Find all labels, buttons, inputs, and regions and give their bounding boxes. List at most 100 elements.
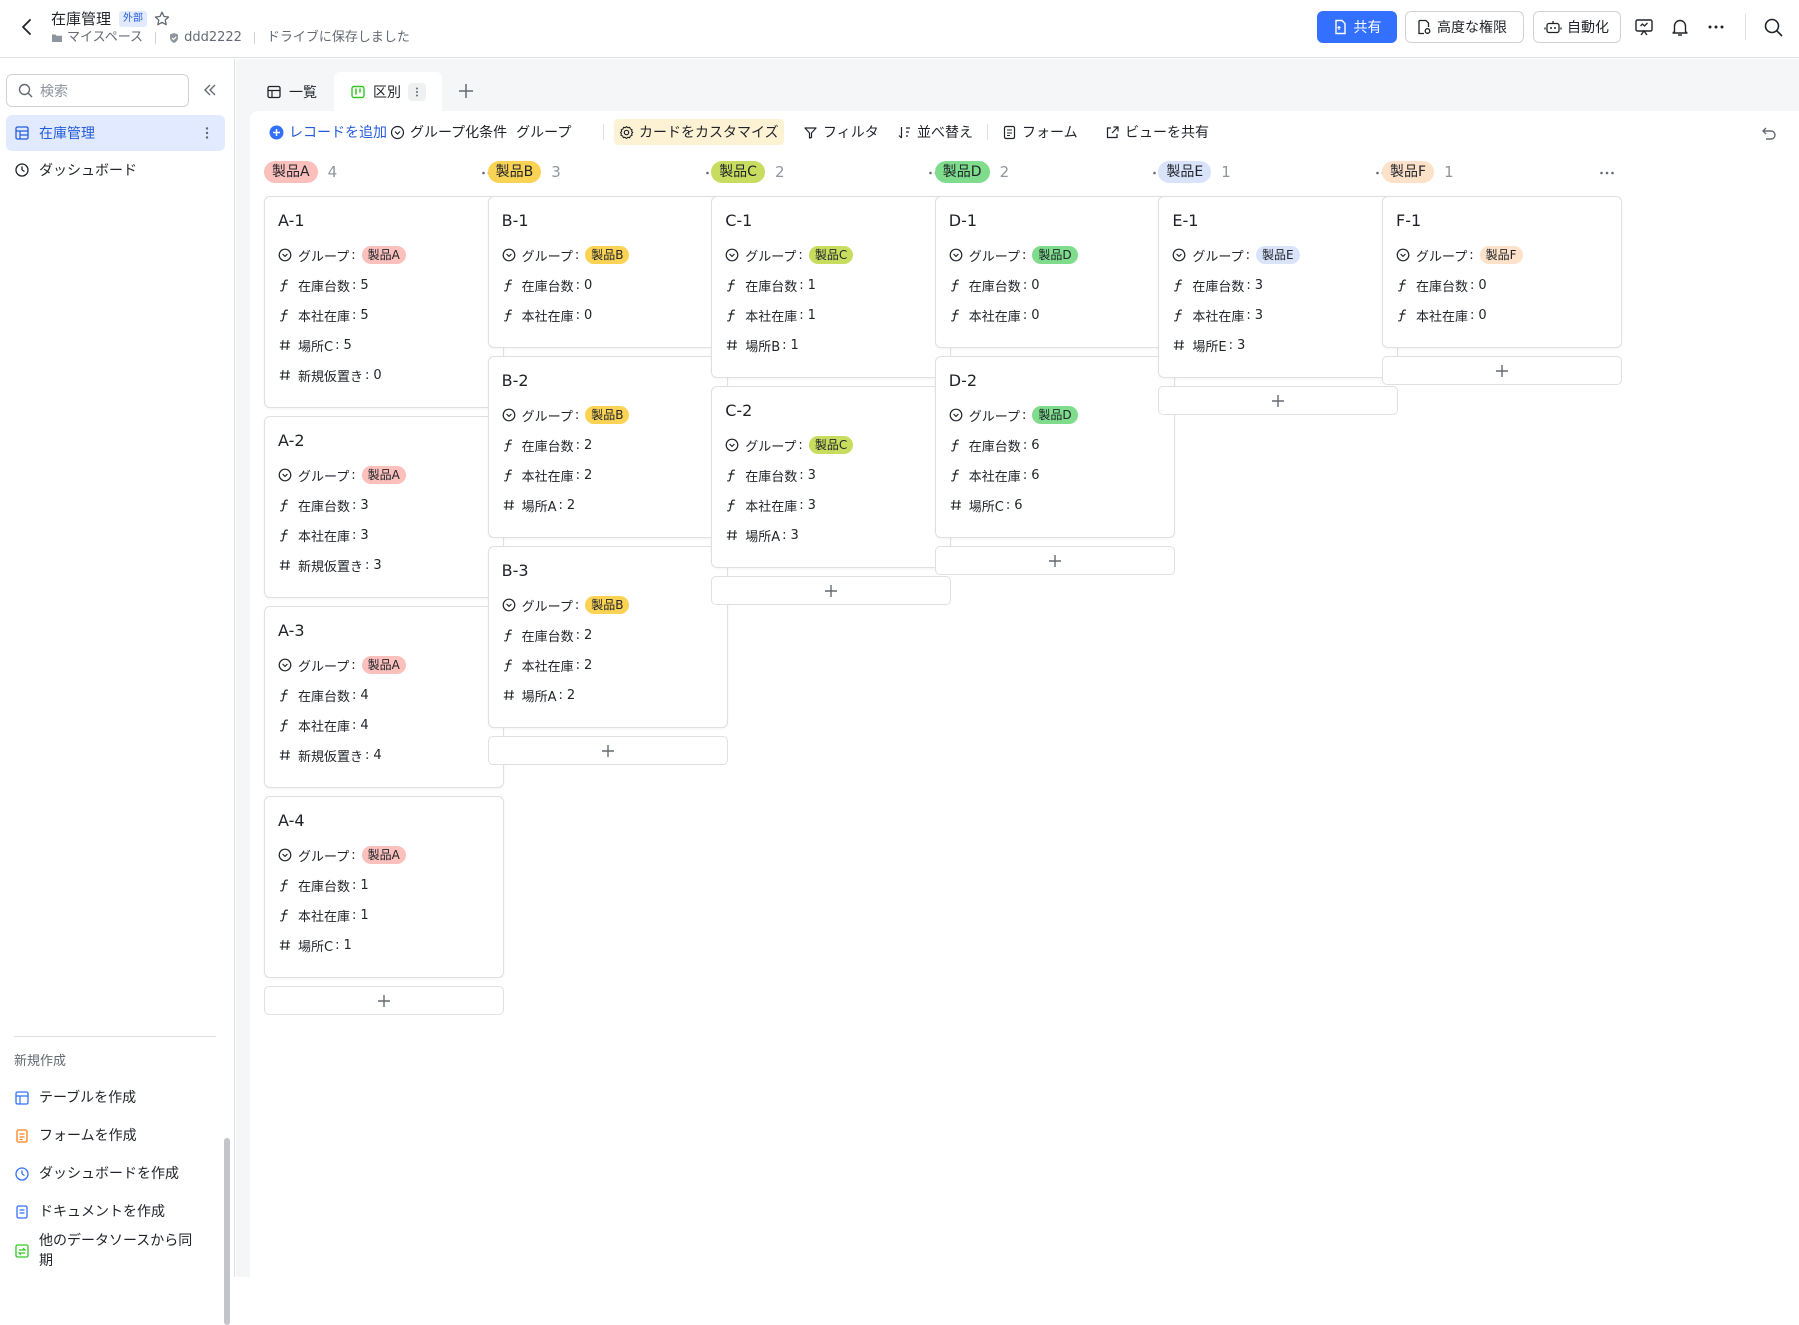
- add-card-button[interactable]: [1158, 386, 1399, 415]
- add-card-button[interactable]: [711, 576, 952, 605]
- single-select-icon: [278, 248, 292, 262]
- tab-list-view[interactable]: 一覧: [250, 72, 333, 111]
- more-icon[interactable]: [1705, 16, 1727, 38]
- add-card-button[interactable]: [1382, 356, 1622, 385]
- record-card[interactable]: B-3 グループ: 製品B 在庫台数:2 本社在庫:2 場所A:2: [487, 546, 728, 728]
- record-card[interactable]: A-4 グループ: 製品A 在庫台数:1 本社在庫:1 場所C:1: [264, 796, 504, 978]
- sync-datasource-item[interactable]: 他のデータソースから同期: [14, 1231, 194, 1271]
- automation-button[interactable]: 自動化: [1533, 11, 1621, 43]
- field-colon: :: [1245, 247, 1251, 263]
- add-card-button[interactable]: [934, 546, 1175, 575]
- field-label: 本社在庫: [521, 309, 574, 325]
- search-icon[interactable]: [1762, 16, 1784, 38]
- field-value: 4: [373, 747, 382, 763]
- field-value: 2: [584, 627, 593, 643]
- field-value: 1: [343, 937, 352, 953]
- formula-icon: [950, 279, 959, 292]
- sort-button[interactable]: 並べ替え: [892, 119, 978, 145]
- record-card[interactable]: A-1 グループ: 製品A 在庫台数:5 本社在庫:5 場所C:5 新規仮置き:0: [264, 196, 504, 408]
- plus-icon: [1048, 554, 1061, 567]
- field-colon: :: [575, 627, 580, 643]
- advanced-permissions-button[interactable]: 高度な権限: [1405, 11, 1524, 43]
- form-button[interactable]: フォーム: [997, 119, 1083, 145]
- field-label: グループ: [745, 439, 797, 455]
- vertical-more-icon[interactable]: [199, 125, 215, 141]
- customize-card-button[interactable]: カードをカスタマイズ: [614, 119, 784, 145]
- record-card[interactable]: E-1 グループ: 製品E 在庫台数:3 本社在庫:3 場所E:3: [1158, 196, 1399, 378]
- tab-kanban-view[interactable]: 区別: [334, 72, 442, 111]
- formula-icon: [280, 279, 289, 292]
- formula-icon: [280, 499, 289, 512]
- field-value: 3: [360, 497, 369, 513]
- breadcrumb-space[interactable]: マイスペース: [67, 30, 143, 46]
- add-view-icon[interactable]: [455, 80, 477, 102]
- bell-icon[interactable]: [1669, 16, 1691, 38]
- field-colon: :: [365, 367, 370, 383]
- create-table-item[interactable]: テーブルを作成: [14, 1088, 204, 1108]
- advanced-permissions-label: 高度な権限: [1437, 20, 1507, 36]
- field-colon: :: [1470, 277, 1475, 293]
- group-pill: 製品B: [487, 161, 542, 183]
- column-header: 製品B 3: [487, 158, 728, 186]
- add-record-button[interactable]: レコードを追加: [264, 119, 392, 145]
- record-card[interactable]: B-2 グループ: 製品B 在庫台数:2 本社在庫:2 場所A:2: [487, 356, 728, 538]
- field-value: 1: [807, 277, 816, 293]
- column-more-icon[interactable]: [1598, 164, 1616, 182]
- collapse-sidebar-icon[interactable]: [201, 81, 219, 99]
- field-value: 0: [1478, 277, 1487, 293]
- kanban-column: 製品D 2 D-1 グループ: 製品D 在庫台数:0 本社在庫:0 D-2 グループ: 製品D 在庫…: [934, 158, 1175, 575]
- field-colon: :: [1022, 247, 1027, 263]
- presentation-icon[interactable]: [1633, 16, 1655, 38]
- kanban-column: 製品F 1 F-1 グループ: 製品F 在庫台数:0 本社在庫:0: [1382, 158, 1622, 385]
- sidebar-scrollbar[interactable]: [224, 1138, 230, 1325]
- record-card[interactable]: C-2 グループ: 製品C 在庫台数:3 本社在庫:3 場所A:3: [711, 386, 952, 568]
- group-field: グループ: 製品B: [502, 595, 630, 615]
- group-tag: 製品B: [585, 596, 630, 614]
- record-card[interactable]: F-1 グループ: 製品F 在庫台数:0 本社在庫:0: [1382, 196, 1622, 348]
- field-label: グループ: [298, 469, 350, 485]
- undo-icon[interactable]: [1758, 123, 1778, 143]
- sidebar-item-dashboard[interactable]: ダッシュボード: [6, 152, 225, 188]
- record-card[interactable]: C-1 グループ: 製品C 在庫台数:1 本社在庫:1 場所B:1: [711, 196, 952, 378]
- sidebar-item-label: ダッシュボード: [39, 163, 137, 179]
- formula-icon: [1174, 279, 1183, 292]
- single-select-icon: [278, 468, 292, 482]
- base-title[interactable]: 在庫管理: [51, 9, 111, 29]
- field-label: 在庫台数: [521, 279, 574, 295]
- formula-icon: [503, 309, 512, 322]
- sidebar-item-inventory[interactable]: 在庫管理: [6, 115, 225, 151]
- record-card[interactable]: A-2 グループ: 製品A 在庫台数:3 本社在庫:3 新規仮置き:3: [264, 416, 504, 598]
- number-icon: [503, 689, 514, 701]
- field-colon: :: [1022, 407, 1027, 423]
- breadcrumb-owner[interactable]: ddd2222: [184, 30, 242, 46]
- hq-stock-field: 本社在庫:3: [278, 525, 369, 545]
- hq-stock-field: 本社在庫:6: [949, 465, 1039, 485]
- record-card[interactable]: D-1 グループ: 製品D 在庫台数:0 本社在庫:0: [934, 196, 1175, 348]
- card-title: B-2: [501, 371, 529, 390]
- add-card-button[interactable]: [487, 736, 728, 765]
- record-card[interactable]: B-1 グループ: 製品B 在庫台数:0 本社在庫:0: [487, 196, 728, 348]
- record-card[interactable]: D-2 グループ: 製品D 在庫台数:6 本社在庫:6 場所C:6: [934, 356, 1175, 538]
- share-view-button[interactable]: ビューを共有: [1100, 119, 1214, 145]
- filter-button[interactable]: フィルタ: [798, 119, 884, 145]
- group-by-button[interactable]: グループ化条件 グループ: [385, 119, 576, 145]
- record-card[interactable]: A-3 グループ: 製品A 在庫台数:4 本社在庫:4 新規仮置き:4: [264, 606, 504, 788]
- field-value: 6: [1031, 437, 1040, 453]
- group-field: グループ: 製品C: [725, 245, 854, 265]
- create-document-item[interactable]: ドキュメントを作成: [14, 1202, 204, 1222]
- sidebar-divider: [14, 1036, 216, 1037]
- filter-icon: [804, 126, 817, 139]
- sidebar: 検索 在庫管理 ダッシュボード 新規作成 テーブルを作成 フォームを作成 ダッシ…: [0, 59, 235, 1325]
- field-colon: :: [575, 277, 580, 293]
- sidebar-search-input[interactable]: 検索: [6, 74, 189, 107]
- tab-options-button[interactable]: [408, 82, 426, 101]
- create-dashboard-item[interactable]: ダッシュボードを作成: [14, 1164, 204, 1184]
- back-arrow-icon[interactable]: [16, 16, 38, 38]
- share-button[interactable]: 共有: [1317, 11, 1397, 43]
- group-by-label: グループ化条件: [410, 125, 508, 141]
- plus-icon: [378, 994, 390, 1007]
- add-card-button[interactable]: [264, 986, 504, 1015]
- create-form-item[interactable]: フォームを作成: [14, 1126, 204, 1146]
- column-header: 製品A 4: [264, 158, 504, 186]
- star-icon[interactable]: [153, 10, 171, 28]
